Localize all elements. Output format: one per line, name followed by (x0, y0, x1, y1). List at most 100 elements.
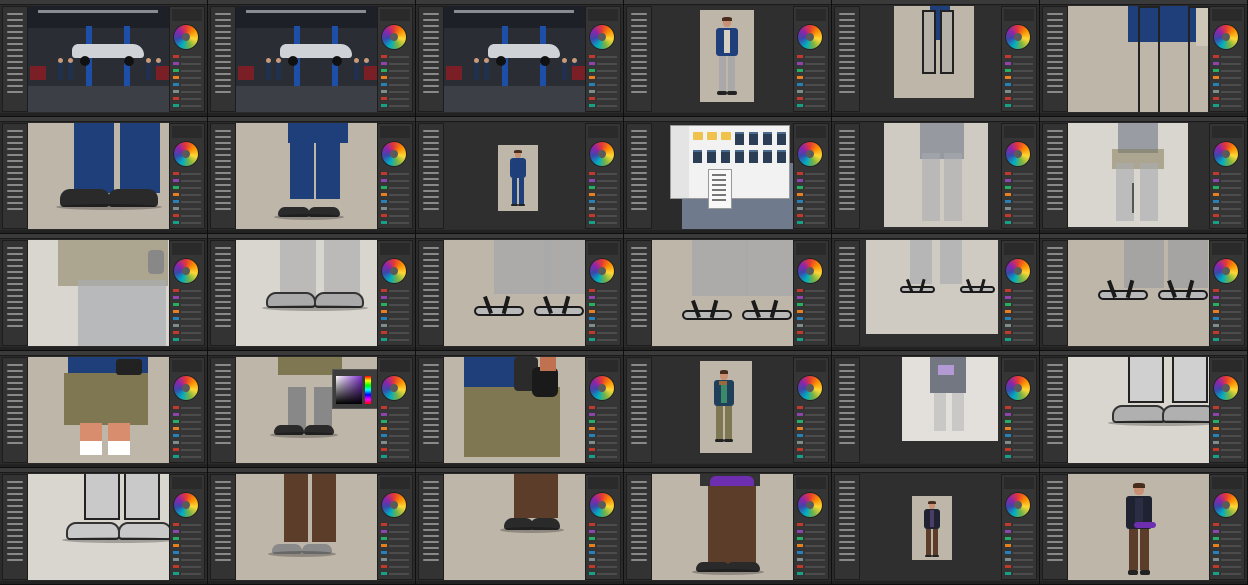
brush-preset[interactable] (1047, 301, 1063, 303)
color-wheel-icon[interactable] (1214, 493, 1238, 517)
brush-preset[interactable] (423, 394, 439, 396)
color-swatch[interactable] (589, 448, 595, 451)
brush-preset[interactable] (839, 172, 855, 174)
brush-preset[interactable] (423, 319, 439, 321)
color-swatch[interactable] (1213, 537, 1219, 540)
brush-preset[interactable] (423, 535, 439, 537)
color-wheel-icon[interactable] (382, 142, 406, 166)
color-swatch[interactable] (589, 455, 595, 458)
brush-preset[interactable] (1047, 184, 1063, 186)
color-wheel-icon[interactable] (174, 493, 198, 517)
color-swatch[interactable] (1213, 62, 1219, 65)
brush-preset[interactable] (215, 406, 231, 408)
layer-row[interactable] (1013, 456, 1033, 458)
drawing-canvas[interactable] (28, 357, 169, 463)
color-swatch[interactable] (381, 90, 387, 93)
brush-preset[interactable] (423, 13, 439, 15)
brush-preset[interactable] (631, 55, 647, 57)
color-swatch[interactable] (381, 572, 387, 575)
color-swatch[interactable] (797, 83, 803, 86)
menu-bar[interactable] (1040, 468, 1247, 473)
color-swatch[interactable] (381, 551, 387, 554)
frame-8[interactable] (208, 117, 416, 234)
brush-preset[interactable] (423, 67, 439, 69)
brush-preset[interactable] (631, 511, 647, 513)
layer-row[interactable] (389, 559, 409, 561)
brush-preset[interactable] (631, 529, 647, 531)
brush-preset[interactable] (7, 424, 23, 426)
brush-preset[interactable] (839, 259, 855, 261)
brush-preset[interactable] (1047, 406, 1063, 408)
layer-row[interactable] (181, 325, 201, 327)
brush-preset[interactable] (215, 43, 231, 45)
brush-preset[interactable] (839, 430, 855, 432)
frame-11[interactable] (832, 117, 1040, 234)
color-swatch[interactable] (797, 523, 803, 526)
brush-preset[interactable] (839, 487, 855, 489)
color-swatch[interactable] (173, 186, 179, 189)
brush-preset[interactable] (839, 493, 855, 495)
layer-row[interactable] (181, 187, 201, 189)
brush-preset[interactable] (7, 208, 23, 210)
brush-preset[interactable] (423, 283, 439, 285)
brush-preset[interactable] (215, 481, 231, 483)
layer-row[interactable] (181, 573, 201, 575)
brush-presets-panel[interactable] (210, 123, 236, 229)
layer-row[interactable] (1221, 63, 1241, 65)
brush-preset[interactable] (423, 277, 439, 279)
color-swatch[interactable] (381, 55, 387, 58)
color-swatch[interactable] (1213, 83, 1219, 86)
layer-row[interactable] (1221, 566, 1241, 568)
brush-preset[interactable] (839, 289, 855, 291)
color-swatch[interactable] (589, 90, 595, 93)
layer-row[interactable] (805, 77, 825, 79)
brush-preset[interactable] (839, 25, 855, 27)
layer-row[interactable] (1013, 194, 1033, 196)
brush-preset[interactable] (7, 172, 23, 174)
color-wheel-icon[interactable] (798, 259, 822, 283)
color-swatch[interactable] (1005, 441, 1011, 444)
brush-preset[interactable] (215, 487, 231, 489)
menu-bar[interactable] (208, 117, 415, 122)
color-swatch[interactable] (589, 406, 595, 409)
color-swatch[interactable] (381, 296, 387, 299)
color-swatch[interactable] (589, 207, 595, 210)
color-swatch[interactable] (173, 565, 179, 568)
brush-preset[interactable] (631, 424, 647, 426)
brush-preset[interactable] (215, 553, 231, 555)
color-swatch[interactable] (1005, 83, 1011, 86)
brush-preset[interactable] (631, 523, 647, 525)
brush-preset[interactable] (423, 400, 439, 402)
brush-preset[interactable] (215, 505, 231, 507)
layer-row[interactable] (1013, 290, 1033, 292)
brush-preset[interactable] (423, 412, 439, 414)
brush-preset[interactable] (215, 19, 231, 21)
color-swatch[interactable] (1005, 565, 1011, 568)
brush-preset[interactable] (839, 529, 855, 531)
layer-row[interactable] (1221, 339, 1241, 341)
brush-preset[interactable] (423, 19, 439, 21)
brush-preset[interactable] (423, 493, 439, 495)
layer-row[interactable] (1221, 84, 1241, 86)
layer-row[interactable] (597, 573, 617, 575)
layer-row[interactable] (1221, 297, 1241, 299)
color-swatch[interactable] (1005, 338, 1011, 341)
color-swatch[interactable] (173, 104, 179, 107)
brush-preset[interactable] (423, 499, 439, 501)
layer-row[interactable] (597, 311, 617, 313)
drawing-canvas[interactable] (444, 474, 585, 580)
drawing-canvas[interactable] (652, 123, 793, 229)
brush-preset[interactable] (631, 13, 647, 15)
layer-row[interactable] (1013, 414, 1033, 416)
brush-preset[interactable] (839, 319, 855, 321)
color-swatch[interactable] (173, 455, 179, 458)
brush-preset[interactable] (215, 301, 231, 303)
brush-preset[interactable] (631, 493, 647, 495)
brush-preset[interactable] (423, 202, 439, 204)
layer-row[interactable] (597, 449, 617, 451)
color-swatch[interactable] (797, 62, 803, 65)
brush-preset[interactable] (839, 277, 855, 279)
color-swatch[interactable] (589, 427, 595, 430)
brush-preset[interactable] (423, 259, 439, 261)
color-swatch[interactable] (1213, 200, 1219, 203)
